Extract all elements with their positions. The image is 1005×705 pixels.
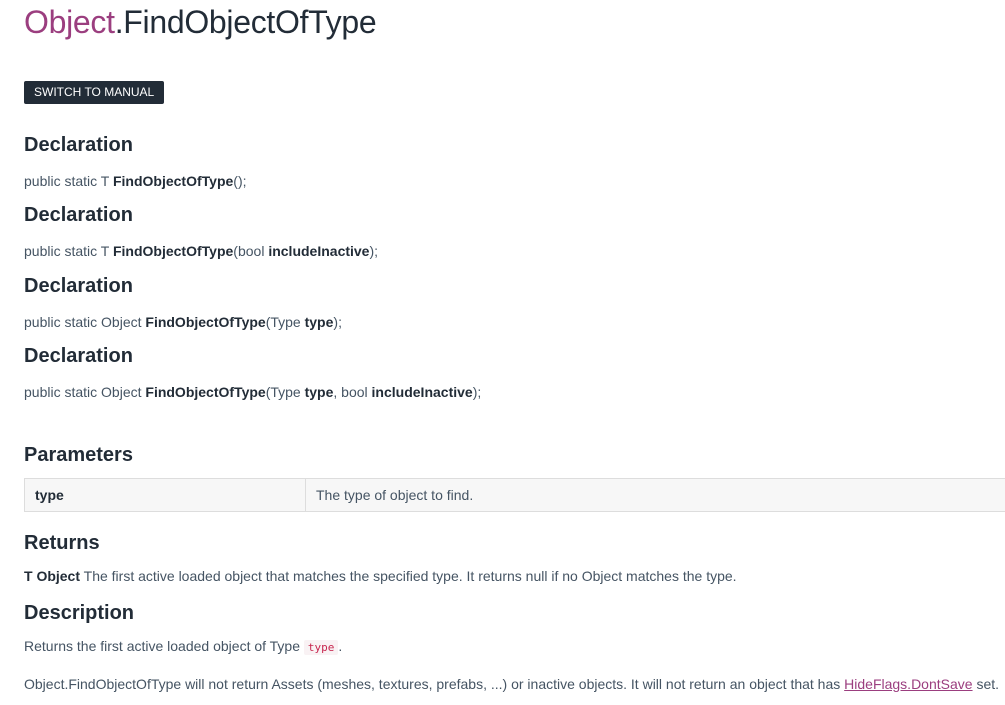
return-type: T Object (24, 568, 81, 584)
description-line-1: Returns the first active loaded object o… (24, 638, 343, 655)
inline-code: type (303, 640, 339, 655)
parameters-table: type The type of object to find. (24, 478, 1005, 512)
signature-method: FindObjectOfType (112, 173, 234, 189)
return-description: The first active loaded object that matc… (80, 568, 737, 584)
declaration-signature: public static T FindObjectOfType(bool in… (24, 243, 378, 259)
signature-prefix: public static T (24, 173, 113, 189)
signature-method: FindObjectOfType (112, 243, 234, 259)
title-class-name: Object (24, 4, 115, 40)
signature-open: (bool (233, 243, 269, 259)
declaration-signature: public static T FindObjectOfType(); (24, 173, 247, 189)
title-separator: . (114, 4, 124, 40)
signature-prefix: public static T (24, 243, 113, 259)
parameter-name: type (25, 479, 306, 511)
signature-param: type (304, 314, 334, 330)
description-text: Returns the first active loaded object o… (24, 638, 304, 654)
declaration-heading: Declaration (24, 345, 133, 367)
declaration-signature: public static Object FindObjectOfType(Ty… (24, 314, 342, 330)
parameter-description: The type of object to find. (316, 487, 474, 503)
declaration-signature: public static Object FindObjectOfType(Ty… (24, 384, 481, 400)
signature-close: ); (333, 314, 342, 330)
parameters-heading: Parameters (24, 444, 133, 466)
hideflags-dontsave-link[interactable]: HideFlags.DontSave (844, 676, 972, 692)
description-line-2: Object.FindObjectOfType will not return … (24, 676, 999, 692)
signature-prefix: public static Object (24, 314, 146, 330)
signature-mid: , bool (333, 384, 372, 400)
returns-heading: Returns (24, 532, 100, 554)
title-method-name: FindObjectOfType (123, 4, 377, 40)
declaration-heading: Declaration (24, 134, 133, 156)
description-text: . (338, 638, 343, 654)
switch-to-manual-button[interactable]: SWITCH TO MANUAL (24, 81, 165, 104)
signature-method: FindObjectOfType (145, 314, 266, 330)
signature-rest: (); (233, 173, 247, 189)
signature-param: includeInactive (268, 243, 370, 259)
declaration-heading: Declaration (24, 204, 133, 226)
signature-close: ); (472, 384, 482, 400)
signature-method: FindObjectOfType (145, 384, 266, 400)
returns-text: T Object The first active loaded object … (24, 568, 737, 584)
description-heading: Description (24, 602, 135, 624)
signature-open: (Type (265, 314, 305, 330)
signature-close: ); (369, 243, 379, 259)
signature-param: includeInactive (371, 384, 473, 400)
description-text: Object.FindObjectOfType will not return … (24, 676, 845, 692)
signature-prefix: public static Object (24, 384, 146, 400)
signature-param: type (304, 384, 334, 400)
page-title: Object.FindObjectOfType (24, 4, 377, 41)
signature-open: (Type (265, 384, 305, 400)
declaration-heading: Declaration (24, 275, 133, 297)
description-text: set. (972, 676, 1000, 692)
